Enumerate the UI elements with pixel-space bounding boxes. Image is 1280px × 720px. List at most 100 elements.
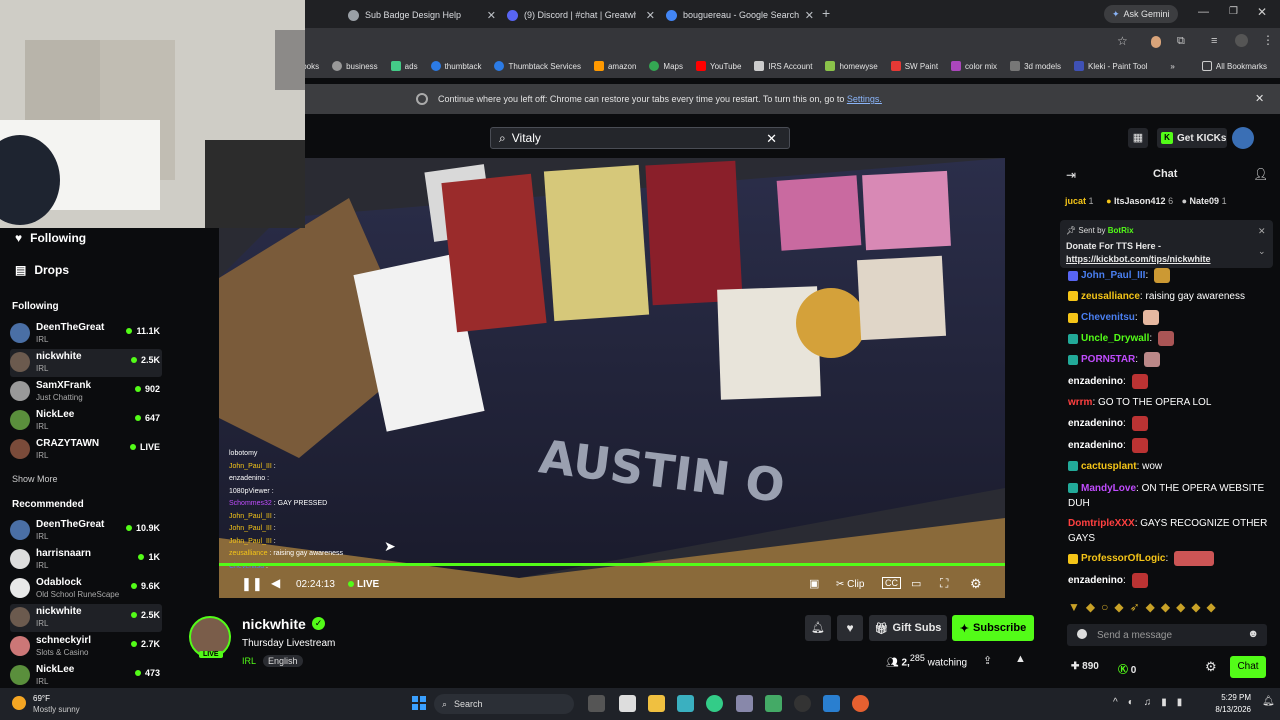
gift-subs-button[interactable]: 🎁︎ Gift Subs <box>869 615 947 641</box>
close-infobar-icon[interactable]: ✕ <box>1255 92 1264 105</box>
taskbar-date[interactable]: 8/13/2026 <box>1205 705 1251 714</box>
bookmark-item[interactable]: IRS Account <box>754 61 812 71</box>
following-channel[interactable]: nickwhite IRL 2.5K <box>10 349 162 377</box>
following-channel[interactable]: NickLee IRL 647 <box>10 407 162 435</box>
chrome-taskbar-icon[interactable] <box>706 695 723 712</box>
chat-settings-icon[interactable]: ⚙ <box>1205 659 1217 675</box>
user-avatar[interactable] <box>1232 127 1254 149</box>
taskbar-time[interactable]: 5:29 PM <box>1209 693 1251 702</box>
tab-sub-badge[interactable]: Sub Badge Design Help ✕ <box>344 4 500 26</box>
chat-message-input[interactable]: Send a message ☻ <box>1067 624 1267 646</box>
close-tab-icon[interactable]: ✕ <box>805 9 814 22</box>
subscribe-button[interactable]: ✦ Subscribe <box>952 615 1034 641</box>
chat-users-icon[interactable]: 👤︎ <box>1253 167 1268 181</box>
bookmark-item[interactable]: Maps <box>649 61 683 71</box>
bookmark-star-icon[interactable]: ☆ <box>1117 34 1128 48</box>
bookmark-item[interactable]: YouTube <box>695 61 741 71</box>
following-channel[interactable]: DeenTheGreat IRL 11.1K <box>10 320 162 348</box>
kicks-balance[interactable]: Ⓚ 0 <box>1118 661 1136 676</box>
pause-icon[interactable]: ❚❚ <box>241 576 263 592</box>
app-icon[interactable] <box>677 695 694 712</box>
app-icon[interactable] <box>823 695 840 712</box>
settings-link[interactable]: Settings. <box>847 94 882 104</box>
obs-icon[interactable] <box>794 695 811 712</box>
tab-discord[interactable]: (9) Discord | #chat | Greatwhite ✕ <box>503 4 659 26</box>
pinned-link[interactable]: https://kickbot.com/tips/nickwhite <box>1066 254 1211 264</box>
expand-chevron-icon[interactable]: ⌄ <box>1258 246 1266 257</box>
video-player[interactable]: AUSTIN O lobotomy John_Paul_III : enzade… <box>219 158 1005 598</box>
close-window-icon[interactable]: ✕ <box>1257 5 1267 19</box>
menu-kebab-icon[interactable]: ⋮ <box>1262 33 1274 47</box>
weather-temp[interactable]: 69°F <box>33 694 50 703</box>
all-bookmarks[interactable]: All Bookmarks <box>1201 61 1267 71</box>
recommended-channel[interactable]: NickLee IRL 473 <box>10 662 162 686</box>
minimize-icon[interactable]: — <box>1198 6 1209 18</box>
app-icon[interactable] <box>765 695 782 712</box>
layout-icon[interactable]: ▦ <box>1128 128 1148 148</box>
file-explorer-icon[interactable] <box>648 695 665 712</box>
recommended-channel[interactable]: schneckyirl Slots & Casino 2.7K <box>10 633 162 661</box>
clear-search-icon[interactable]: ✕ <box>766 131 777 147</box>
calculator-icon[interactable] <box>736 695 753 712</box>
firefox-icon[interactable] <box>852 695 869 712</box>
bookmark-item[interactable]: amazon <box>593 61 636 71</box>
system-tray-icons[interactable]: ^◐♫▮▮ <box>1113 697 1192 708</box>
close-tab-icon[interactable]: ✕ <box>646 9 655 22</box>
extension-icon[interactable] <box>1151 36 1161 48</box>
following-channel[interactable]: CRAZYTAWN IRL LIVE <box>10 436 162 464</box>
volume-icon[interactable]: ◀ <box>271 576 280 590</box>
live-indicator[interactable]: LIVE <box>348 579 379 590</box>
bookmark-item[interactable]: Thumbtack Services <box>494 61 581 71</box>
streamer-name[interactable]: nickwhite <box>242 616 306 632</box>
language-tag[interactable]: English <box>263 655 303 667</box>
tab-google-search[interactable]: bouguereau - Google Search ✕ <box>662 4 818 26</box>
bookmark-item[interactable]: Kleki - Paint Tool <box>1073 61 1147 71</box>
emoji-icon[interactable]: ☻ <box>1247 628 1259 640</box>
notification-bell-icon[interactable]: 🔔︎ <box>805 615 831 641</box>
report-icon[interactable]: ▲ <box>1015 653 1026 665</box>
follow-heart-icon[interactable]: ♥ <box>837 615 863 641</box>
recommended-channel[interactable]: harrisnaarn IRL 1K <box>10 546 162 574</box>
settings-gear-icon[interactable]: ⚙ <box>970 576 982 592</box>
bookmark-item[interactable]: business <box>332 61 378 71</box>
miniplayer-icon[interactable]: ▭ <box>911 577 921 590</box>
media-icon[interactable]: ≡ <box>1211 35 1217 47</box>
nav-drops[interactable]: ▤ Drops <box>15 263 69 277</box>
fullscreen-icon[interactable]: ⛶ <box>940 576 948 591</box>
new-tab-icon[interactable]: + <box>822 5 830 21</box>
ask-gemini-button[interactable]: ✦ Ask Gemini <box>1104 5 1178 23</box>
get-kicks-button[interactable]: K Get KICKs <box>1157 128 1227 148</box>
category-link[interactable]: IRL <box>242 656 256 666</box>
recommended-channel[interactable]: Odablock Old School RuneScape 9.6K <box>10 575 162 603</box>
restore-window-icon[interactable]: ❐ <box>1229 6 1238 17</box>
channel-points[interactable]: ✚ 890 <box>1071 661 1099 672</box>
extensions-puzzle-icon[interactable]: ⧉ <box>1177 35 1185 48</box>
collapse-chat-icon[interactable]: ⇥ <box>1066 168 1076 182</box>
windows-start-icon[interactable] <box>412 696 426 710</box>
captions-icon[interactable]: CC <box>882 577 901 589</box>
weather-icon[interactable] <box>12 696 26 710</box>
bookmark-item[interactable]: SW Paint <box>890 61 938 71</box>
recommended-channel[interactable]: DeenTheGreat IRL 10.9K <box>10 517 162 545</box>
show-more-link[interactable]: Show More <box>12 474 58 484</box>
bookmark-item[interactable]: ads <box>390 61 418 71</box>
theater-mode-icon[interactable]: ▣ <box>809 577 819 590</box>
clip-button[interactable]: ✂ Clip <box>836 579 864 590</box>
chat-send-button[interactable]: Chat <box>1230 656 1266 678</box>
profile-avatar[interactable] <box>1235 34 1248 47</box>
share-icon[interactable]: ⇪ <box>983 654 992 667</box>
search-input[interactable]: ⌕ Vitaly ✕ <box>490 127 790 149</box>
task-view-icon[interactable] <box>588 695 605 712</box>
bookmark-item[interactable]: thumbtack <box>430 61 481 71</box>
progress-bar[interactable] <box>219 563 1005 566</box>
notepad-icon[interactable] <box>619 695 636 712</box>
bookmark-item[interactable]: color mix <box>951 61 997 71</box>
taskbar-search[interactable]: ⌕ Search <box>434 694 574 714</box>
unpin-icon[interactable]: ✕ <box>1258 226 1266 237</box>
recommended-channel[interactable]: nickwhite IRL 2.5K <box>10 604 162 632</box>
chevron-right-icon[interactable]: » <box>1170 62 1174 71</box>
emote-bar[interactable]: ▼◆○◆➶◆◆◆◆◆ <box>1068 600 1222 614</box>
notifications-icon[interactable]: 🔔︎ <box>1262 696 1275 707</box>
nav-following[interactable]: ♥ Following <box>15 231 86 245</box>
weather-desc[interactable]: Mostly sunny <box>33 705 80 714</box>
